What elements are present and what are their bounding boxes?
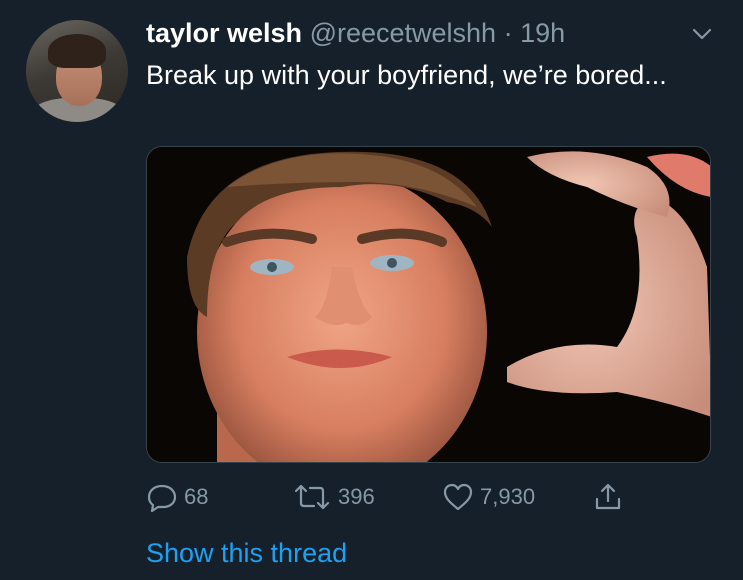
reply-button[interactable]: 68 — [146, 480, 208, 514]
like-button[interactable]: 7,930 — [442, 480, 535, 514]
retweet-icon — [294, 484, 330, 510]
tweet-text: Break up with your boyfriend, we’re bore… — [146, 60, 667, 90]
retweet-button[interactable]: 396 — [292, 480, 375, 514]
tweet-photo[interactable] — [146, 146, 711, 463]
share-button[interactable] — [592, 480, 630, 514]
retweet-count: 396 — [338, 484, 375, 509]
avatar-hair — [48, 34, 106, 68]
reply-count: 68 — [184, 484, 209, 509]
like-count: 7,930 — [480, 484, 536, 509]
reply-icon — [147, 484, 177, 513]
separator-dot: · — [503, 18, 513, 48]
heart-icon — [443, 483, 473, 511]
show-thread-link[interactable]: Show this thread — [146, 536, 347, 570]
author-handle[interactable]: @reecetwelshh — [310, 18, 497, 48]
tweet-card[interactable]: taylor welsh @reecetwelshh · 19h Break u… — [0, 0, 743, 580]
tweet-header: taylor welsh @reecetwelshh · 19h — [146, 16, 683, 50]
share-icon — [595, 483, 621, 510]
tweet-timestamp[interactable]: 19h — [520, 18, 565, 48]
chevron-down-icon[interactable] — [688, 20, 716, 48]
avatar[interactable] — [26, 20, 128, 122]
action-bar: 68 396 7,930 — [146, 480, 706, 514]
author-name[interactable]: taylor welsh — [146, 18, 302, 48]
